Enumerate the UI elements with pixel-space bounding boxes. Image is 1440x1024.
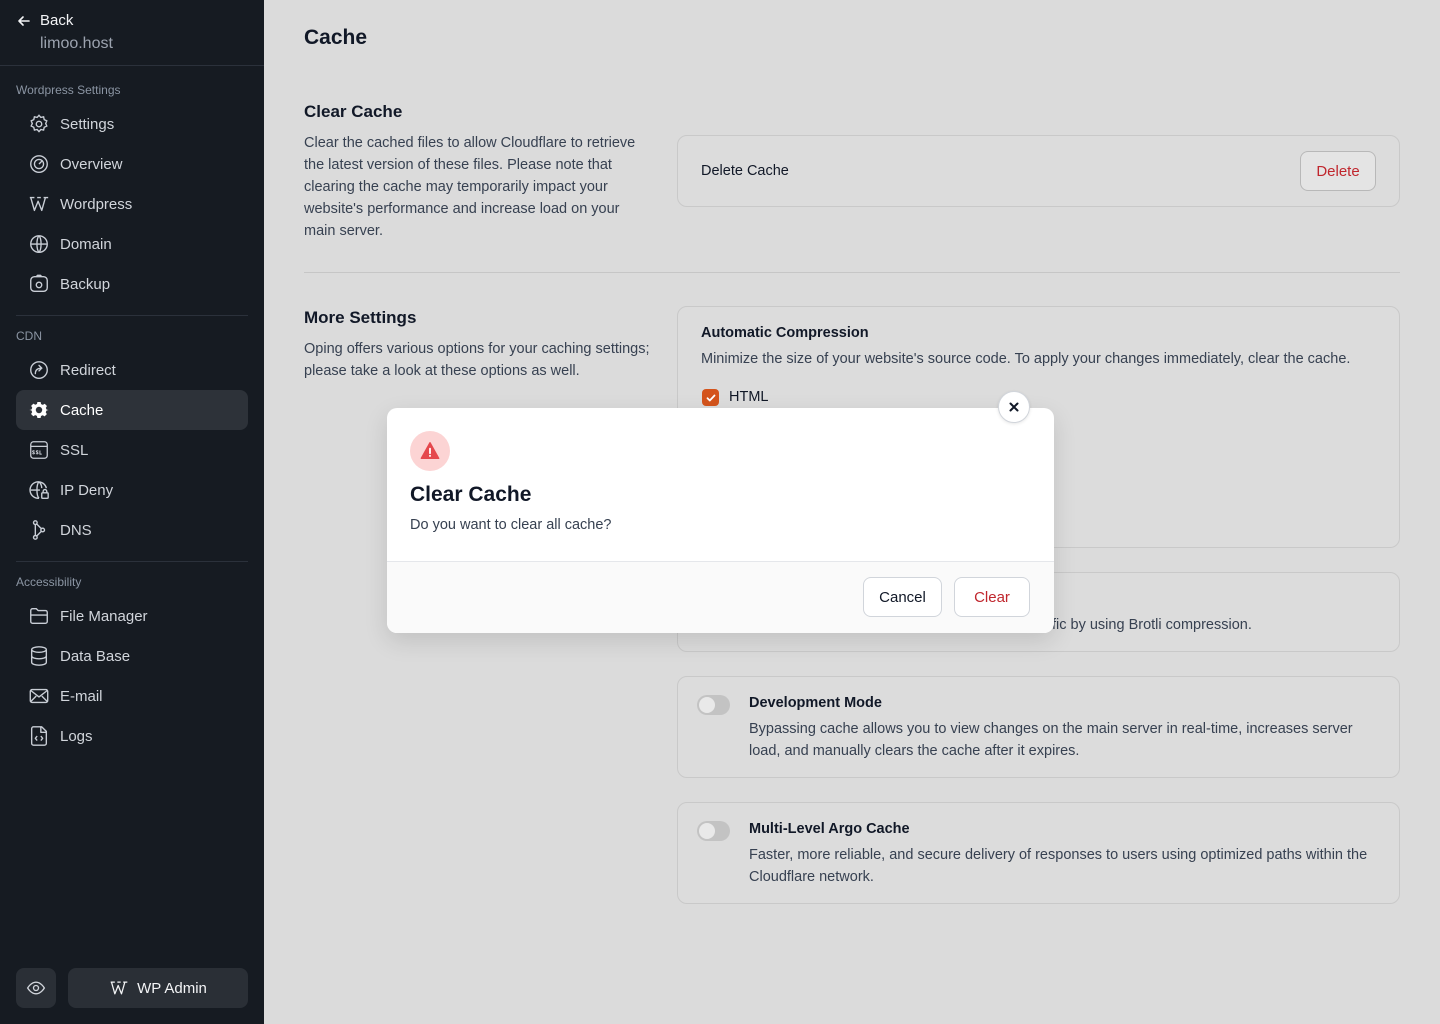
development-mode-title: Development Mode (749, 695, 882, 711)
page-title: Cache (304, 26, 368, 49)
sidebar-item-label: Data Base (60, 647, 131, 665)
network-nodes-icon (32, 520, 46, 540)
mail-icon (29, 688, 49, 704)
sidebar-item-dns[interactable]: DNS (16, 510, 248, 550)
globe-icon (30, 235, 48, 253)
development-mode-description: Bypassing cache allows you to view chang… (749, 721, 1353, 759)
argo-cache-title: Multi-Level Argo Cache (749, 821, 910, 837)
sidebar-item-redirect[interactable]: Redirect (16, 350, 248, 390)
wp-admin-label: WP Admin (137, 979, 207, 997)
sidebar-item-label: Wordpress (60, 195, 133, 213)
globe-lock-icon (29, 481, 49, 499)
delete-cache-card: Delete Cache Delete (677, 135, 1400, 207)
section-label-wordpress: Wordpress Settings (16, 83, 121, 97)
sidebar-item-label: Backup (60, 275, 111, 293)
warning-triangle-icon (420, 442, 440, 460)
wordpress-icon (110, 981, 128, 995)
sidebar-item-settings[interactable]: Settings (16, 104, 248, 144)
camera-icon (30, 274, 48, 293)
argo-cache-toggle[interactable] (697, 821, 730, 841)
more-settings-title: More Settings (304, 308, 417, 327)
sidebar-item-label: File Manager (60, 607, 148, 625)
argo-cache-description: Faster, more reliable, and secure delive… (749, 847, 1368, 885)
clear-cache-title: Clear Cache (304, 102, 403, 121)
code-file-icon (30, 726, 48, 746)
sidebar-item-label: IP Deny (60, 481, 114, 499)
sidebar-item-label: SSL (60, 441, 89, 459)
sidebar-item-label: Domain (60, 235, 112, 253)
development-mode-card: Development Mode Bypassing cache allows … (677, 676, 1400, 778)
sidebar-item-label: Settings (60, 115, 115, 133)
sidebar-item-backup[interactable]: Backup (16, 264, 248, 304)
section-label-accessibility: Accessibility (16, 575, 82, 589)
more-settings-description: Oping offers various options for your ca… (304, 341, 650, 379)
cog-filled-icon (29, 401, 49, 419)
gauge-icon (30, 155, 48, 173)
site-host: limoo.host (40, 35, 113, 52)
sidebar-separator (16, 561, 248, 562)
database-icon (30, 646, 48, 666)
sidebar-item-label: DNS (60, 521, 92, 539)
sidebar-item-label: Logs (60, 727, 93, 745)
close-icon (1009, 402, 1019, 412)
clear-button[interactable]: Clear (954, 577, 1030, 617)
preview-button[interactable] (16, 968, 56, 1008)
redirect-icon (30, 361, 48, 379)
sidebar-item-email[interactable]: E-mail (16, 676, 248, 716)
sidebar-item-logs[interactable]: Logs (16, 716, 248, 756)
sidebar-divider (0, 65, 264, 66)
gear-icon (30, 114, 48, 133)
delete-cache-label: Delete Cache (701, 163, 789, 179)
delete-cache-button[interactable]: Delete (1300, 151, 1376, 191)
clear-cache-dialog: Clear Cache Do you want to clear all cac… (387, 408, 1054, 633)
back-button[interactable]: Back (16, 12, 73, 29)
sidebar-item-data-base[interactable]: Data Base (16, 636, 248, 676)
clear-cache-description: Clear the cached files to allow Cloudfla… (304, 135, 636, 239)
dialog-close-button[interactable] (998, 391, 1030, 423)
sidebar-item-file-manager[interactable]: File Manager (16, 596, 248, 636)
section-divider (304, 272, 1400, 273)
brotli-description: fic by using Brotli compression. (1052, 617, 1252, 633)
eye-icon (26, 981, 46, 995)
sidebar-item-label: Cache (60, 401, 104, 419)
sidebar-item-wordpress[interactable]: Wordpress (16, 184, 248, 224)
warning-badge (410, 431, 450, 471)
dialog-footer: Cancel Clear (387, 561, 1054, 633)
compression-title: Automatic Compression (701, 325, 869, 341)
ssl-icon (30, 441, 48, 459)
html-checkbox-label: HTML (729, 389, 769, 405)
folder-icon (30, 607, 48, 625)
argo-cache-card: Multi-Level Argo Cache Faster, more reli… (677, 802, 1400, 904)
compression-description: Minimize the size of your website's sour… (701, 351, 1351, 367)
wp-admin-button[interactable]: WP Admin (68, 968, 248, 1008)
wordpress-icon (29, 196, 49, 212)
cancel-button[interactable]: Cancel (863, 577, 942, 617)
sidebar-item-overview[interactable]: Overview (16, 144, 248, 184)
back-label: Back (40, 12, 74, 29)
sidebar-item-ip-deny[interactable]: IP Deny (16, 470, 248, 510)
check-icon (706, 394, 715, 401)
development-mode-toggle[interactable] (697, 695, 730, 715)
section-label-cdn: CDN (16, 329, 42, 343)
sidebar-separator (16, 315, 248, 316)
dialog-title: Clear Cache (410, 483, 532, 506)
sidebar-item-cache[interactable]: Cache (16, 390, 248, 430)
sidebar-item-label: Redirect (60, 361, 116, 379)
sidebar-item-ssl[interactable]: SSL (16, 430, 248, 470)
sidebar: Back limoo.host Wordpress Settings Setti… (0, 0, 264, 1024)
sidebar-item-label: E-mail (60, 687, 103, 705)
sidebar-item-label: Overview (60, 155, 123, 173)
arrow-left-icon (18, 15, 30, 26)
html-checkbox[interactable] (702, 389, 719, 406)
dialog-message: Do you want to clear all cache? (410, 517, 612, 533)
sidebar-item-domain[interactable]: Domain (16, 224, 248, 264)
